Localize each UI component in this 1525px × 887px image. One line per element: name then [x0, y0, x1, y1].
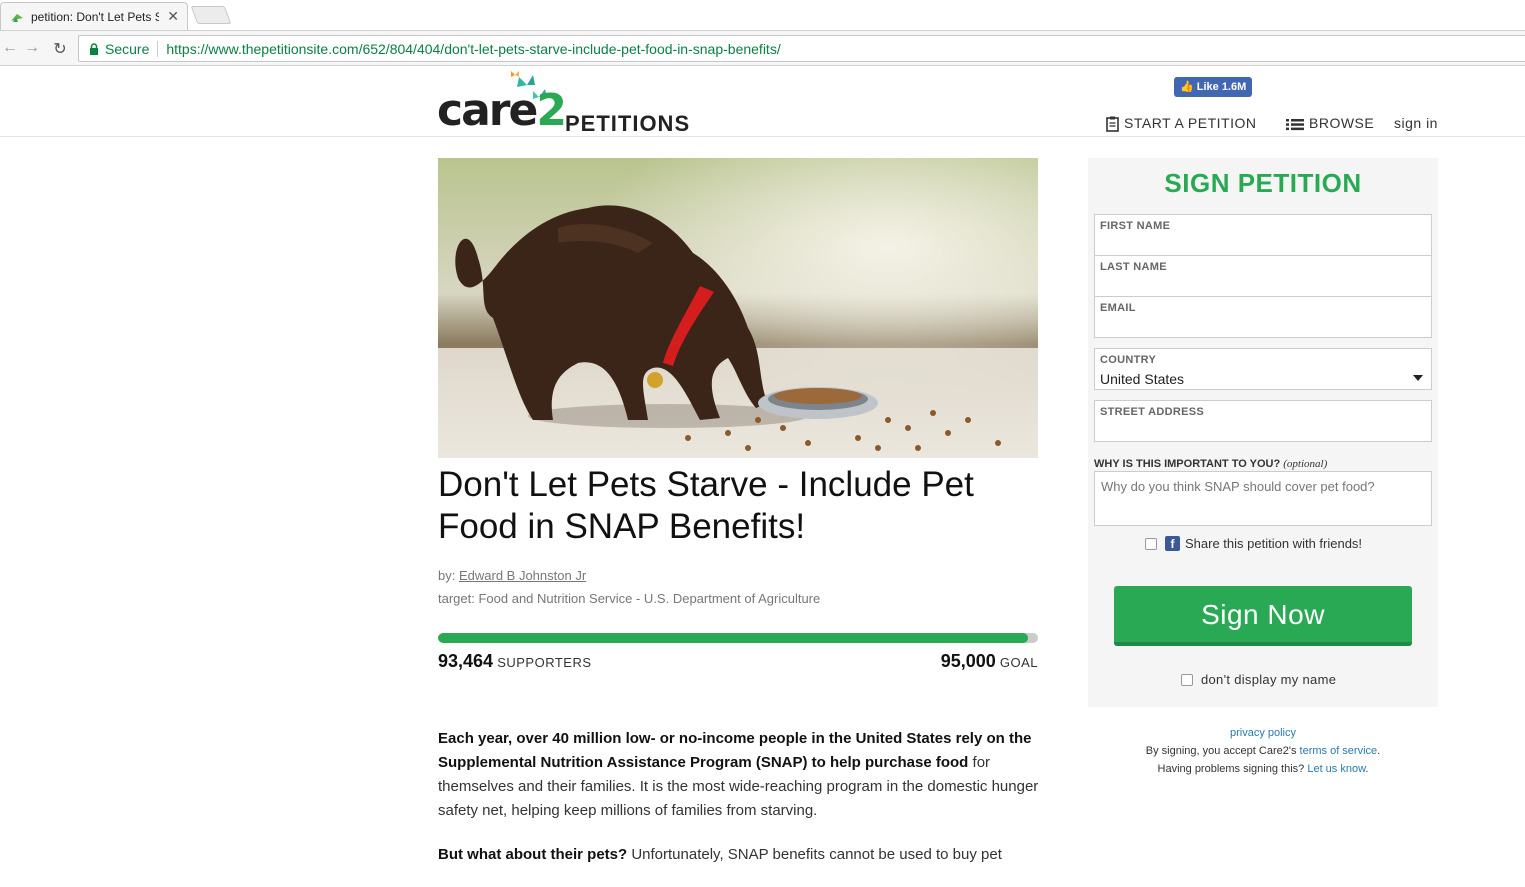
goal-count: 95,000 GOAL [941, 651, 1038, 672]
facebook-icon: f [1165, 536, 1180, 551]
by-label: by: [438, 568, 456, 583]
dont-display-name: don't display my name [1181, 672, 1336, 687]
nav-start-petition[interactable]: START A PETITION [1106, 115, 1257, 133]
tab-title: petition: Don't Let Pets S [31, 9, 159, 24]
care2-favicon-icon [11, 13, 23, 22]
country-select[interactable]: COUNTRY United States [1094, 348, 1432, 390]
author-link[interactable]: Edward B Johnston Jr [459, 568, 586, 583]
first-name-field[interactable]: FIRST NAME [1094, 214, 1432, 256]
supporters-count: 93,464 SUPPORTERS [438, 651, 592, 672]
petition-hero-image [438, 158, 1038, 458]
petition-byline: by: Edward B Johnston Jr [438, 568, 586, 583]
clipboard-icon [1106, 116, 1119, 133]
description-paragraph: Each year, over 40 million low- or no-in… [438, 730, 1039, 819]
street-address-label: STREET ADDRESS [1100, 406, 1205, 418]
email-label: EMAIL [1100, 302, 1136, 314]
privacy-policy-link[interactable]: privacy policy [1230, 727, 1296, 739]
share-checkbox[interactable] [1145, 537, 1157, 550]
new-tab-button[interactable] [190, 6, 232, 24]
logo-wordmark: care2 [437, 85, 567, 136]
description-paragraph: But what about their pets? Unfortunately… [438, 846, 1002, 863]
dont-display-checkbox[interactable] [1181, 673, 1193, 686]
dont-display-label: don't display my name [1201, 672, 1337, 687]
signature-progress-bar [438, 633, 1038, 643]
problems-line: Having problems signing this? Let us kno… [1157, 763, 1369, 775]
petition-title: Don't Let Pets Starve - Include Pet Food… [438, 465, 974, 546]
nav-browse[interactable]: BROWSE [1286, 115, 1374, 131]
petition-target: target: Food and Nutrition Service - U.S… [438, 591, 821, 606]
street-address-field[interactable]: STREET ADDRESS [1094, 400, 1432, 442]
country-label: COUNTRY [1100, 354, 1157, 366]
why-placeholder: Why do you think SNAP should cover pet f… [1101, 479, 1375, 494]
address-separator [157, 40, 159, 57]
care2-logo[interactable]: care2 PETITIONS [437, 67, 697, 136]
petition-description: Each year, over 40 million low- or no-in… [438, 727, 1043, 887]
url-host: https://www.thepetitionsite.com [166, 40, 359, 57]
sign-petition-panel: SIGN PETITION FIRST NAME LAST NAME EMAIL… [1088, 158, 1438, 707]
last-name-field[interactable]: LAST NAME [1094, 255, 1432, 297]
supporters-label: SUPPORTERS [497, 655, 592, 670]
terms-of-service-link[interactable]: terms of service [1300, 745, 1378, 757]
first-name-label: FIRST NAME [1100, 220, 1171, 232]
email-field[interactable]: EMAIL [1094, 296, 1432, 338]
sign-petition-heading: SIGN PETITION [1164, 168, 1362, 198]
facebook-like-label: Like 1.6M [1196, 81, 1247, 93]
share-label: Share this petition with friends! [1185, 536, 1363, 551]
chevron-down-icon [1413, 375, 1423, 381]
country-value: United States [1100, 371, 1185, 387]
why-important-textarea[interactable]: Why do you think SNAP should cover pet f… [1094, 471, 1432, 526]
close-tab-icon[interactable]: ✕ [167, 8, 179, 25]
back-icon[interactable]: ← [0, 39, 20, 57]
nav-start-label: START A PETITION [1124, 115, 1257, 131]
facebook-like-button[interactable]: 👍 Like 1.6M [1174, 77, 1253, 97]
why-important-label: WHY IS THIS IMPORTANT TO YOU? (optional) [1094, 458, 1328, 470]
legal-links: privacy policy By signing, you accept Ca… [1088, 724, 1438, 778]
address-bar[interactable]: Secure https://www.thepetitionsite.com/6… [78, 35, 1525, 62]
puppy-eating-image [438, 158, 1038, 458]
share-with-friends: f Share this petition with friends! [1145, 536, 1362, 551]
supporters-number: 93,464 [438, 651, 494, 671]
list-icon [1286, 118, 1304, 130]
forward-icon[interactable]: → [22, 39, 42, 57]
progress-fill [438, 633, 1029, 643]
last-name-label: LAST NAME [1100, 261, 1167, 273]
site-header: care2 PETITIONS 👍 Like 1.6M START A PETI… [0, 67, 1525, 137]
nav-sign-in[interactable]: sign in [1394, 115, 1438, 131]
secure-label: Secure [105, 40, 150, 57]
logo-petitions-label: PETITIONS [565, 111, 691, 136]
reload-icon[interactable]: ↻ [50, 39, 70, 59]
thumbs-up-icon: 👍 [1180, 81, 1194, 93]
browser-toolbar: ← → ↻ Secure https://www.thepetitionsite… [0, 30, 1525, 66]
browser-tab[interactable]: petition: Don't Let Pets S ✕ [0, 2, 188, 30]
browser-tab-bar: petition: Don't Let Pets S ✕ [0, 0, 1525, 30]
nav-browse-label: BROWSE [1309, 115, 1375, 131]
terms-line: By signing, you accept Care2's terms of … [1145, 745, 1381, 757]
goal-number: 95,000 [940, 651, 996, 671]
url-path: /652/804/404/don't-let-pets-starve-inclu… [358, 40, 781, 57]
let-us-know-link[interactable]: Let us know [1307, 763, 1365, 775]
lock-icon [90, 42, 98, 55]
sign-now-button[interactable]: Sign Now [1114, 586, 1412, 646]
goal-label: GOAL [999, 655, 1038, 670]
